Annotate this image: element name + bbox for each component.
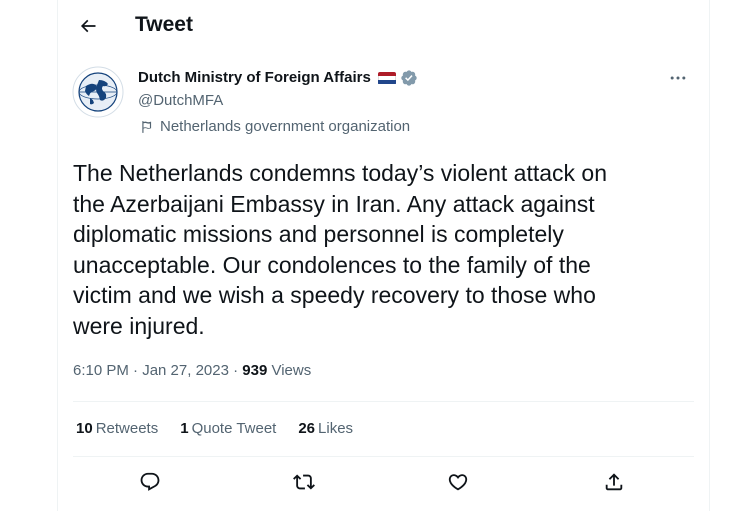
divider bbox=[73, 456, 694, 457]
retweets-count: 10 bbox=[76, 420, 93, 437]
author-handle[interactable]: @DutchMFA bbox=[138, 91, 223, 111]
likes-count: 26 bbox=[298, 420, 316, 437]
tweet-timestamp[interactable]: 6:10 PM · Jan 27, 2023 · bbox=[73, 362, 242, 379]
page-header: Tweet bbox=[58, 0, 709, 52]
like-icon bbox=[448, 474, 468, 491]
like-button[interactable] bbox=[438, 462, 478, 502]
likes-stat[interactable]: 26 Likes bbox=[298, 419, 353, 439]
quotes-label: Quote Tweet bbox=[191, 420, 277, 437]
tweet-meta: 6:10 PM · Jan 27, 2023 · 939 Views bbox=[73, 361, 311, 381]
author-name[interactable]: Dutch Ministry of Foreign Affairs bbox=[138, 68, 371, 88]
tweet-text: The Netherlands condemns today’s violent… bbox=[73, 160, 607, 339]
retweet-icon bbox=[293, 474, 315, 490]
back-button[interactable] bbox=[70, 8, 106, 44]
page-title: Tweet bbox=[135, 13, 193, 36]
quotes-count: 1 bbox=[180, 420, 189, 437]
more-options-button[interactable] bbox=[663, 66, 693, 90]
views-label: Views bbox=[271, 362, 312, 379]
divider bbox=[73, 401, 694, 402]
tweet-stats: 10 Retweets 1 Quote Tweet 26 Likes bbox=[76, 419, 353, 439]
quote-tweets-stat[interactable]: 1 Quote Tweet bbox=[180, 419, 276, 439]
government-label[interactable]: Netherlands government organization bbox=[140, 117, 410, 137]
reply-button[interactable] bbox=[130, 462, 170, 502]
globe-logo-icon bbox=[72, 66, 124, 118]
tweet-actions bbox=[58, 462, 709, 504]
reply-icon bbox=[140, 472, 160, 491]
more-icon bbox=[670, 76, 686, 80]
flag-icon bbox=[142, 121, 152, 133]
author-name-row[interactable]: Dutch Ministry of Foreign Affairs bbox=[138, 68, 418, 88]
retweets-label: Retweets bbox=[95, 420, 159, 437]
tweet-detail-panel: Tweet Dutch Ministry of Foreign Affairs … bbox=[57, 0, 710, 511]
arrow-left-icon bbox=[80, 19, 96, 33]
views-count: 939 bbox=[242, 362, 268, 379]
avatar[interactable] bbox=[72, 66, 124, 118]
netherlands-flag-icon bbox=[377, 71, 396, 85]
retweet-button[interactable] bbox=[284, 462, 324, 502]
likes-label: Likes bbox=[318, 420, 354, 437]
share-icon bbox=[605, 473, 623, 491]
retweets-stat[interactable]: 10 Retweets bbox=[76, 419, 158, 439]
government-label-text: Netherlands government organization bbox=[160, 118, 411, 135]
verified-badge-icon bbox=[401, 70, 417, 86]
share-button[interactable] bbox=[594, 462, 634, 502]
